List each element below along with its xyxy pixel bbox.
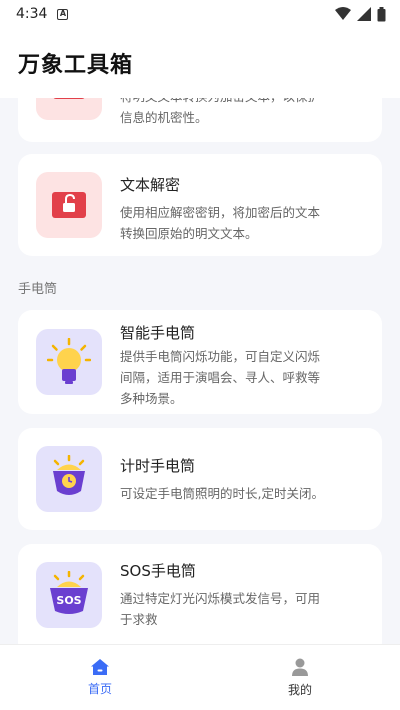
- desc-line: 间隔，适用于演唱会、寻人、呼救等: [120, 370, 321, 385]
- status-right: [335, 6, 386, 22]
- desc-line: 可设定手电筒照明的时长,定时关闭。: [120, 486, 324, 501]
- card-desc: 使用相应解密密钥，将加密后的文本 转换回原始的明文文本。: [120, 202, 372, 244]
- sos-flashlight-icon: SOS: [50, 571, 88, 614]
- battery-icon: [377, 6, 386, 21]
- status-time: 4:34: [16, 6, 48, 22]
- desc-line: 通过特定灯光闪烁模式发信号，可用: [120, 591, 321, 606]
- nav-home-label: 首页: [87, 682, 112, 696]
- desc-line: 提供手电筒闪烁功能，可自定义闪烁: [120, 349, 321, 364]
- timer-flashlight-icon-box: [36, 446, 102, 512]
- card-desc: 将明文文本转换为加密文本，以保护 信息的机密性。: [120, 98, 372, 128]
- status-left: 4:34 A: [16, 6, 69, 22]
- sos-flashlight-icon-box: SOS: [36, 562, 102, 628]
- signal-icon: [357, 7, 371, 21]
- page-title: 万象工具箱: [18, 53, 134, 78]
- card-title: SOS手电筒: [120, 562, 196, 580]
- card-text-encrypt[interactable]: 将明文文本转换为加密文本，以保护 信息的机密性。: [18, 98, 382, 142]
- user-icon: [292, 658, 308, 676]
- card-title: 计时手电筒: [120, 457, 196, 475]
- card-text-decrypt[interactable]: 文本解密 使用相应解密密钥，将加密后的文本 转换回原始的明文文本。: [18, 154, 382, 256]
- decrypt-icon-box: [36, 172, 102, 238]
- card-desc: 通过特定灯光闪烁模式发信号，可用 于求救: [120, 588, 372, 630]
- notification-a-icon: A: [57, 8, 69, 20]
- encrypt-icon-box: [36, 98, 102, 120]
- desc-line: 于求救: [120, 612, 158, 627]
- wifi-icon: [335, 7, 351, 20]
- desc-line: 转换回原始的明文文本。: [120, 226, 258, 241]
- card-title: 智能手电筒: [120, 324, 196, 342]
- card-title: 文本解密: [120, 176, 181, 194]
- desc-line: 多种场景。: [120, 391, 183, 406]
- status-bar: 4:34 A: [0, 0, 400, 28]
- lightbulb-icon: [47, 338, 91, 384]
- desc-line: 使用相应解密密钥，将加密后的文本: [120, 205, 321, 220]
- timer-flashlight-icon: [53, 455, 85, 495]
- desc-line: 将明文文本转换为加密文本，以保护: [120, 98, 372, 107]
- tool-list[interactable]: 将明文文本转换为加密文本，以保护 信息的机密性。 文本解密 使用相应解密密钥，将…: [0, 98, 400, 644]
- bottom-nav: 首页 我的: [0, 644, 400, 710]
- nav-home[interactable]: 首页: [0, 645, 200, 710]
- section-label-flashlight: 手电筒: [18, 282, 58, 297]
- app-header: 万象工具箱: [0, 28, 400, 98]
- nav-mine[interactable]: 我的: [200, 645, 400, 710]
- card-timer-flashlight[interactable]: 计时手电筒 可设定手电筒照明的时长,定时关闭。: [18, 428, 382, 530]
- card-smart-flashlight[interactable]: 智能手电筒 提供手电筒闪烁功能，可自定义闪烁 间隔，适用于演唱会、寻人、呼救等 …: [18, 310, 382, 414]
- card-desc: 提供手电筒闪烁功能，可自定义闪烁 间隔，适用于演唱会、寻人、呼救等 多种场景。: [120, 346, 372, 409]
- card-sos-flashlight[interactable]: SOS SOS手电筒 通过特定灯光闪烁模式发信号，可用 于求救: [18, 544, 382, 644]
- card-desc: 可设定手电筒照明的时长,定时关闭。: [120, 483, 372, 504]
- home-icon: [91, 659, 109, 675]
- sos-badge-text: SOS: [56, 594, 81, 607]
- unlock-icon: [52, 192, 86, 218]
- desc-line: 信息的机密性。: [120, 110, 208, 125]
- smart-flashlight-icon-box: [36, 329, 102, 395]
- nav-mine-label: 我的: [287, 683, 312, 697]
- lock-icon: [53, 98, 85, 99]
